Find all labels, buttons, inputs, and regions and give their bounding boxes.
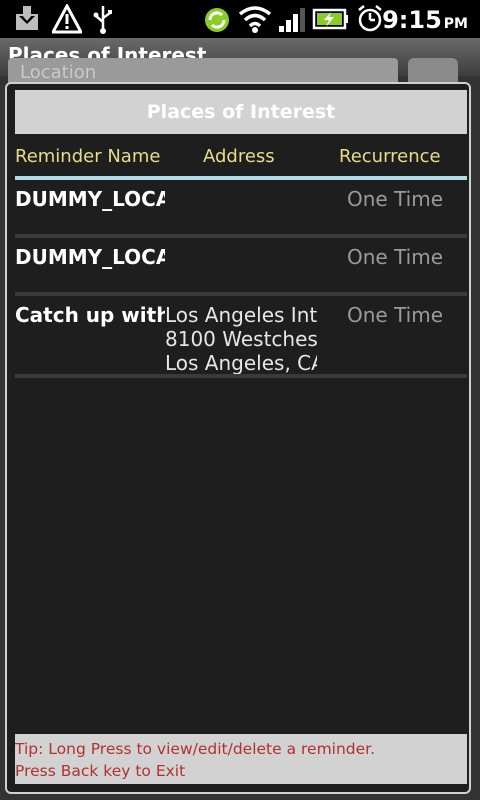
reminder-address-line: Los Angeles International bbox=[165, 303, 317, 327]
row-divider bbox=[15, 374, 467, 378]
reminder-name: Catch up with Friends bbox=[15, 303, 165, 327]
usb-icon bbox=[93, 6, 112, 34]
status-clock: 9:15 PM bbox=[382, 6, 468, 34]
header-divider bbox=[15, 176, 467, 180]
reminder-recurrence: One Time bbox=[347, 245, 444, 269]
places-dialog: Places of Interest Reminder Name Address… bbox=[5, 82, 471, 794]
list-item[interactable]: DUMMY_LOCATION One Time bbox=[15, 187, 467, 235]
row-divider bbox=[15, 292, 467, 296]
header-address: Address bbox=[203, 146, 275, 167]
reminder-address-line: Los Angeles, CA bbox=[165, 351, 317, 375]
reminder-recurrence: One Time bbox=[347, 187, 444, 211]
reminder-address-line: 8100 Westchester bbox=[165, 327, 317, 351]
sync-icon bbox=[205, 8, 229, 32]
list-item[interactable]: Catch up with Friends Los Angeles Intern… bbox=[15, 303, 467, 375]
alarm-icon bbox=[358, 5, 382, 32]
header-reminder-name: Reminder Name bbox=[15, 146, 161, 167]
list-item[interactable]: DUMMY_LOCATION One Time bbox=[15, 245, 467, 293]
reminder-recurrence: One Time bbox=[347, 303, 444, 327]
row-divider bbox=[15, 234, 467, 238]
battery-icon bbox=[312, 8, 348, 30]
reminder-name: DUMMY_LOCATION bbox=[15, 245, 165, 269]
tip-box: Tip: Long Press to view/edit/delete a re… bbox=[15, 734, 467, 784]
dialog-title: Places of Interest bbox=[15, 90, 467, 134]
tip-line-2: Press Back key to Exit bbox=[15, 762, 186, 780]
signal-icon bbox=[279, 8, 305, 32]
download-icon bbox=[16, 6, 38, 30]
status-bar: 9:15 PM bbox=[0, 0, 480, 38]
reminder-name: DUMMY_LOCATION bbox=[15, 187, 165, 211]
tip-line-1: Tip: Long Press to view/edit/delete a re… bbox=[15, 740, 376, 758]
warning-icon bbox=[52, 4, 82, 34]
column-headers: Reminder Name Address Recurrence bbox=[15, 146, 467, 176]
location-placeholder: Location bbox=[20, 62, 97, 83]
wifi-icon bbox=[238, 6, 272, 33]
header-recurrence: Recurrence bbox=[339, 146, 441, 167]
